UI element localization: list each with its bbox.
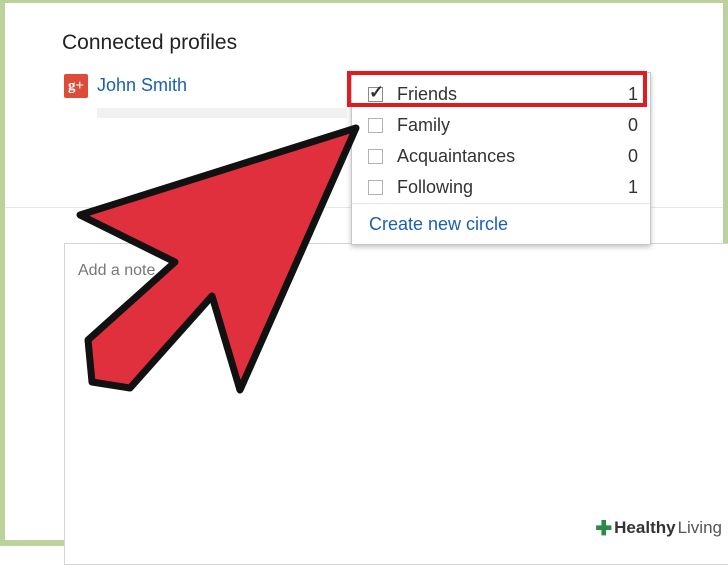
pointer-arrow-icon [76, 124, 360, 394]
plus-logo-icon: ✚ [595, 517, 613, 540]
watermark: ✚ Healthy Living [589, 516, 722, 540]
watermark-light: Living [677, 518, 722, 537]
watermark-bold: Healthy [614, 518, 676, 537]
